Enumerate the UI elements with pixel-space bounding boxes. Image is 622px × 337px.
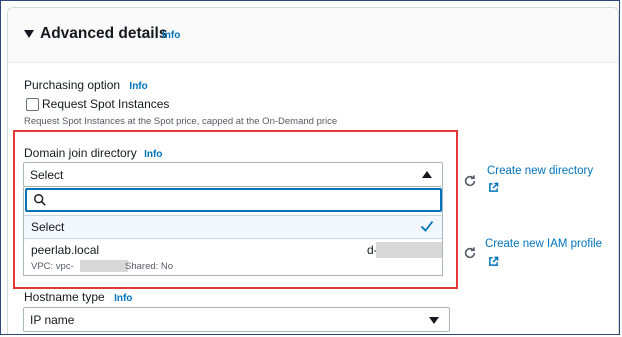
- domain-select-value: Select: [30, 168, 64, 182]
- purchasing-info-link[interactable]: Info: [129, 81, 147, 92]
- hostname-type-label: Hostname type Info: [24, 290, 132, 304]
- refresh-directory-icon[interactable]: [463, 174, 477, 188]
- external-link-icon[interactable]: [488, 256, 499, 267]
- spot-instances-label[interactable]: Request Spot Instances: [42, 97, 169, 111]
- refresh-iam-icon[interactable]: [463, 246, 477, 260]
- hostname-select-value: IP name: [30, 313, 75, 327]
- purchasing-option-label: Purchasing option Info: [24, 78, 148, 92]
- search-icon: [34, 194, 46, 206]
- option-label: Select: [31, 220, 65, 234]
- shared-status: Shared: No: [125, 261, 174, 272]
- redacted-vpc-id: [80, 260, 128, 272]
- check-icon: [420, 220, 434, 232]
- expand-caret-icon[interactable]: [24, 30, 34, 38]
- redacted-directory-id: [376, 242, 442, 258]
- domain-search-input[interactable]: [25, 188, 442, 212]
- caret-down-icon: [429, 317, 439, 324]
- spot-instances-checkbox[interactable]: [26, 98, 39, 111]
- purchasing-option-text: Purchasing option: [24, 78, 121, 92]
- create-directory-link[interactable]: Create new directory: [487, 165, 593, 177]
- caret-up-icon: [422, 171, 432, 178]
- screenshot-frame: Advanced details Info Purchasing option …: [0, 0, 620, 335]
- hostname-type-select[interactable]: IP name: [23, 307, 450, 332]
- vpc-id: VPC: vpc-: [31, 261, 74, 272]
- hostname-info-link[interactable]: Info: [114, 293, 132, 304]
- external-link-icon[interactable]: [488, 182, 499, 193]
- dropdown-option-peerlab[interactable]: peerlab.local d- VPC: vpc- Shared: No: [24, 239, 442, 275]
- domain-dropdown-list: Select peerlab.local d- VPC: vpc- Shared…: [23, 187, 443, 276]
- panel-header[interactable]: Advanced details Info: [8, 8, 618, 63]
- option-label: peerlab.local: [31, 243, 100, 257]
- domain-join-select[interactable]: Select: [23, 162, 443, 187]
- create-iam-profile-link[interactable]: Create new IAM profile: [485, 238, 602, 250]
- section-title: Advanced details: [40, 25, 168, 42]
- section-info-link[interactable]: Info: [162, 30, 180, 41]
- spot-instances-hint: Request Spot Instances at the Spot price…: [24, 116, 338, 127]
- hostname-type-text: Hostname type: [24, 290, 105, 304]
- dropdown-option-select[interactable]: Select: [24, 215, 442, 239]
